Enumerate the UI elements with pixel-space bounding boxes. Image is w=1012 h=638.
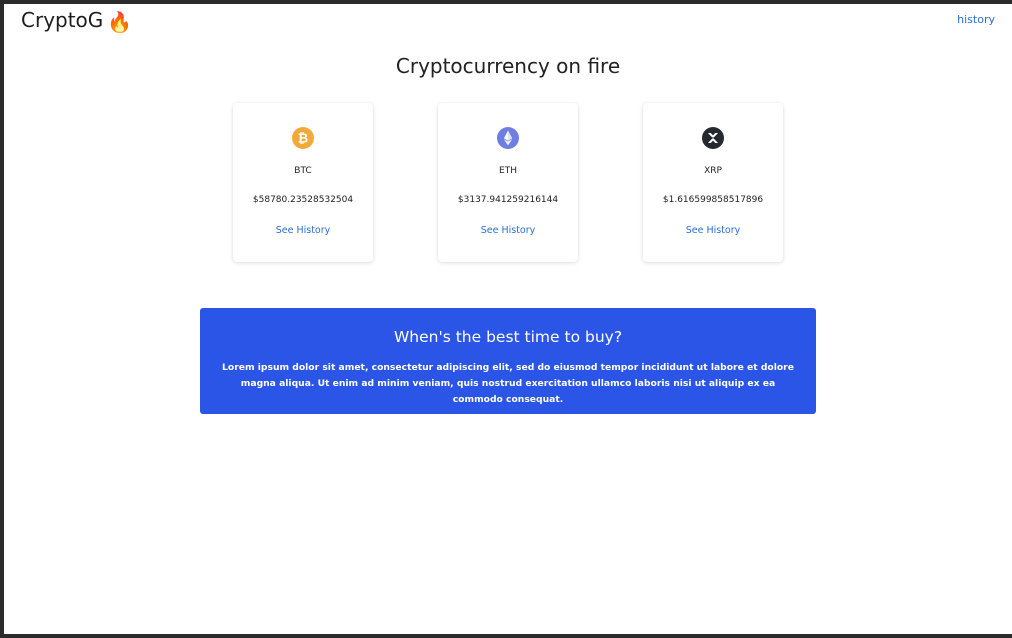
coin-symbol: ETH bbox=[499, 166, 517, 176]
coin-card-xrp: XRP $1.616599858517896 See History bbox=[643, 103, 783, 262]
see-history-link[interactable]: See History bbox=[643, 225, 783, 236]
coin-price: $3137.941259216144 bbox=[457, 195, 559, 205]
app-window: CryptoG 🔥 history Cryptocurrency on fire … bbox=[4, 4, 1012, 634]
page-title: Cryptocurrency on fire bbox=[395, 54, 621, 78]
xrp-icon bbox=[702, 127, 724, 149]
history-link[interactable]: history bbox=[957, 13, 995, 26]
svg-text:₿: ₿ bbox=[298, 132, 308, 147]
coin-price: $1.616599858517896 bbox=[662, 195, 764, 205]
coin-price: $58780.23528532504 bbox=[252, 195, 354, 205]
buy-timing-banner: When's the best time to buy? Lorem ipsum… bbox=[200, 308, 816, 414]
brand-name: CryptoG bbox=[21, 8, 104, 32]
bitcoin-icon: ₿ bbox=[292, 127, 314, 149]
navbar: CryptoG 🔥 history bbox=[4, 4, 1012, 36]
brand-logo[interactable]: CryptoG 🔥 bbox=[21, 8, 132, 34]
coin-card-eth: ETH $3137.941259216144 See History bbox=[438, 103, 578, 262]
coin-symbol: XRP bbox=[704, 166, 722, 176]
coin-card-btc: ₿ BTC $58780.23528532504 See History bbox=[233, 103, 373, 262]
ethereum-icon bbox=[497, 127, 519, 149]
fire-icon: 🔥 bbox=[107, 10, 133, 34]
banner-text: Lorem ipsum dolor sit amet, consectetur … bbox=[222, 362, 794, 405]
coin-symbol: BTC bbox=[294, 166, 312, 176]
see-history-link[interactable]: See History bbox=[438, 225, 578, 236]
see-history-link[interactable]: See History bbox=[233, 225, 373, 236]
banner-title: When's the best time to buy? bbox=[393, 328, 623, 346]
